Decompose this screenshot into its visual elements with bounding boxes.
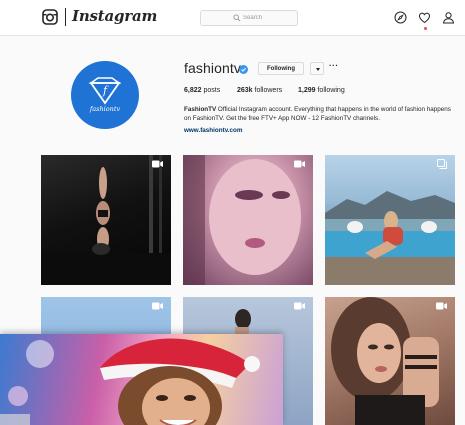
video-icon xyxy=(294,160,305,168)
notification-dot xyxy=(424,27,427,30)
multiple-photos-icon xyxy=(437,159,447,169)
following-stat[interactable]: 1,299 following xyxy=(298,87,345,94)
post-photo xyxy=(331,297,439,425)
header-divider xyxy=(65,8,66,26)
heart-icon[interactable] xyxy=(418,11,431,24)
instagram-wordmark[interactable]: Instagram xyxy=(72,7,157,25)
chevron-down-icon xyxy=(316,68,320,71)
search-input[interactable] xyxy=(243,12,289,24)
post-photo xyxy=(41,155,171,285)
instagram-glyph-icon[interactable] xyxy=(42,9,58,25)
overlapping-photo xyxy=(0,334,283,425)
more-options-icon[interactable]: ··· xyxy=(329,61,339,70)
bio-text: Official Instagram account. Everything t… xyxy=(184,106,451,122)
avatar-caption: fashiontv xyxy=(89,105,121,113)
fashiontv-logo-icon: f xyxy=(88,77,122,105)
video-icon xyxy=(294,302,305,310)
video-icon xyxy=(436,302,447,310)
video-icon xyxy=(152,302,163,310)
post-photo xyxy=(183,155,301,285)
search-box[interactable] xyxy=(200,10,298,26)
following-button[interactable]: Following xyxy=(258,62,304,75)
person-icon[interactable] xyxy=(442,11,455,24)
suggestions-dropdown-button[interactable] xyxy=(310,62,324,75)
post-tile-3[interactable] xyxy=(325,155,455,285)
top-navigation-bar: Instagram xyxy=(0,0,465,36)
profile-username: fashiontv xyxy=(184,60,241,76)
video-icon xyxy=(152,160,163,168)
bio-website-link[interactable]: www.fashiontv.com xyxy=(184,127,242,134)
post-tile-2[interactable] xyxy=(183,155,313,285)
post-tile-1[interactable] xyxy=(41,155,171,285)
compass-icon[interactable] xyxy=(394,11,407,24)
posts-stat: 6,822 posts xyxy=(184,87,221,94)
profile-avatar[interactable]: f fashiontv xyxy=(71,61,139,129)
svg-text:f: f xyxy=(102,84,109,97)
bio-name: FashionTV xyxy=(184,106,217,113)
followers-stat[interactable]: 263k followers xyxy=(237,87,282,94)
profile-bio: FashionTV Official Instagram account. Ev… xyxy=(184,105,459,123)
post-photo xyxy=(325,191,455,285)
overlay-photo xyxy=(0,338,260,425)
verified-badge-icon xyxy=(239,65,248,74)
post-tile-6[interactable] xyxy=(325,297,455,425)
search-icon xyxy=(233,14,241,22)
